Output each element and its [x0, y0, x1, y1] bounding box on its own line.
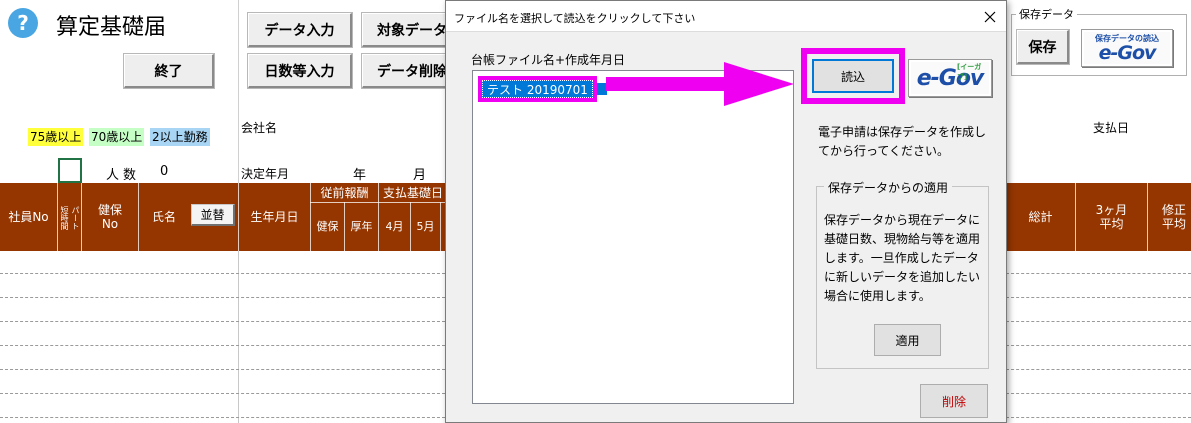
saved-data-group-label: 保存データ	[1016, 6, 1077, 22]
file-select-dialog: ファイル名を選択して読込をクリックして下さい 台帳ファイル名+作成年月日 テスト…	[445, 0, 1007, 423]
days-input-button[interactable]: 日数等入力	[248, 54, 352, 88]
help-button[interactable]: ?	[8, 8, 38, 38]
year-label: 年	[353, 168, 367, 183]
company-label: 会社名	[241, 121, 278, 135]
dialog-title: ファイル名を選択して読込をクリックして下さい	[454, 12, 696, 25]
list-item-label: テスト 20190701	[482, 80, 593, 98]
apply-group-label: 保存データからの適用	[824, 179, 953, 196]
page-title: 算定基礎届	[56, 15, 167, 40]
month-label: 月	[413, 168, 427, 183]
col-revised-line2: 平均	[1162, 217, 1187, 231]
load-saved-egov-button[interactable]: 保存データの読込 e-Gov	[1081, 29, 1173, 67]
end-button[interactable]: 終了	[124, 54, 214, 88]
close-icon	[984, 11, 996, 22]
headcount-value: 0	[160, 164, 169, 179]
selected-cell[interactable]	[58, 158, 82, 183]
file-list-label: 台帳ファイル名+作成年月日	[471, 53, 626, 67]
col-health-no: 健保 No	[82, 183, 138, 251]
data-delete-button[interactable]: データ削除	[362, 54, 452, 88]
col-avg-line2: 平均	[1099, 217, 1124, 231]
col-part: パート	[71, 206, 80, 230]
col-revised: 修正 平均	[1150, 183, 1191, 251]
sub-pension: 厚年	[350, 220, 373, 233]
col-total: 総計	[1028, 210, 1053, 224]
pointer-arrow-icon	[606, 62, 794, 106]
save-button[interactable]: 保存	[1017, 30, 1069, 64]
headcount-label: 人数	[106, 168, 141, 183]
col-employee-no: 社員No	[8, 210, 49, 224]
apply-button[interactable]: 適用	[874, 324, 941, 356]
dialog-close-button[interactable]	[974, 1, 1006, 32]
decision-label: 決定年月	[241, 167, 290, 181]
col-avg: 3ヶ月 平均	[1076, 183, 1147, 251]
egov-logo-icon: e-Gov	[1098, 41, 1157, 64]
sub-health: 健保	[316, 220, 339, 233]
sub-may: 5月	[416, 220, 435, 233]
egov-button[interactable]: e-Gov [イーガブ]	[908, 59, 992, 97]
payday-label: 支払日	[1093, 121, 1130, 135]
group-prev-salary: 従前報酬	[320, 185, 369, 200]
col-health-no-line1: 健保	[97, 203, 122, 217]
dialog-titlebar: ファイル名を選択して読込をクリックして下さい	[446, 1, 1006, 32]
legend-age75: 75歳以上	[28, 128, 84, 146]
question-mark-icon: ?	[17, 11, 29, 35]
egov-sub-label: [イーガブ]	[957, 63, 982, 81]
legend-age70: 70歳以上	[89, 128, 145, 146]
col-birthdate: 生年月日	[250, 210, 299, 224]
sub-apr: 4月	[385, 220, 404, 233]
file-listbox[interactable]: テスト 20190701	[472, 70, 794, 404]
col-name: 氏名	[151, 210, 176, 224]
sort-button[interactable]: 並替	[191, 204, 235, 226]
col-avg-line1: 3ヶ月	[1095, 203, 1128, 217]
col-revised-line1: 修正	[1162, 203, 1187, 217]
delete-button[interactable]: 削除	[920, 384, 988, 418]
group-base-days: 支払基礎日	[383, 185, 444, 200]
egov-note: 電子申請は保存データを作成してから行ってください。	[818, 125, 987, 158]
load-button[interactable]: 読込	[812, 59, 894, 93]
list-item[interactable]: テスト 20190701	[478, 76, 597, 102]
apply-description: 保存データから現在データに基礎日数、現物給与等を適用します。一旦作成したデータに…	[824, 213, 981, 303]
data-input-button[interactable]: データ入力	[248, 13, 352, 47]
legend-multi-work: 2以上勤務	[150, 128, 210, 146]
target-data-button[interactable]: 対象データ	[362, 13, 452, 47]
col-health-no-line2: No	[101, 217, 119, 231]
